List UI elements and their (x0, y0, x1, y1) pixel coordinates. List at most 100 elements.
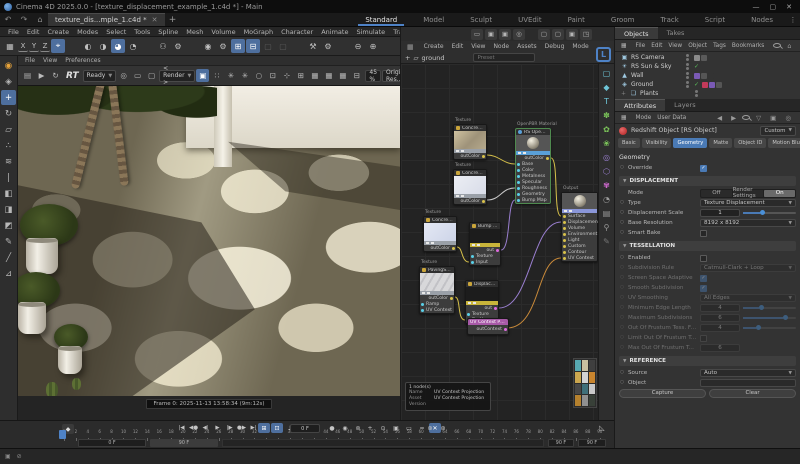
renderview-icon[interactable]: ⊞ (294, 69, 307, 82)
menu-item[interactable]: Simulate (352, 28, 389, 36)
material-swatch[interactable] (589, 384, 595, 395)
node-type-icon[interactable]: ✿ (600, 123, 613, 135)
current-frame-field[interactable]: 0 F (290, 424, 320, 433)
input-port-row[interactable]: Geometry (516, 191, 550, 197)
in-port[interactable] (517, 187, 520, 190)
renderview-icon[interactable]: ◎ (117, 69, 130, 82)
renderview-icon[interactable]: ▦ (336, 69, 349, 82)
layout-tab[interactable]: Nodes (738, 13, 786, 26)
object-row[interactable]: ＋ ❏ Plants ✓ (615, 89, 800, 98)
toolbar-icon[interactable]: ◔ (126, 39, 140, 53)
toolbar-icon[interactable]: ⚇ (156, 39, 170, 53)
out-port[interactable] (504, 328, 507, 331)
enabled-check-icon[interactable]: ✓ (694, 81, 699, 88)
timeline-toggle[interactable]: ⊡ (271, 423, 283, 433)
renderview-icon[interactable]: ✳ (238, 69, 251, 82)
fcurve-icon[interactable]: ◺ (596, 423, 608, 433)
transport-button[interactable]: ◀| (200, 423, 211, 433)
minimize-button[interactable]: — (753, 3, 760, 11)
input-port-row[interactable]: Input (470, 259, 500, 265)
attribute-tab-chip[interactable]: Motion Blur (768, 138, 800, 148)
in-port[interactable] (517, 175, 520, 178)
layout-tab[interactable]: Standard (352, 13, 410, 26)
render-status-dropdown[interactable]: Ready▼ (83, 70, 117, 82)
panel-icon[interactable]: ▢ (552, 29, 564, 40)
in-port[interactable] (517, 193, 520, 196)
in-port[interactable] (421, 303, 424, 306)
material-swatch[interactable] (582, 395, 588, 406)
toolbar-icon[interactable]: ◑ (96, 39, 110, 53)
bump-map-node[interactable]: Bump Map out TextureInput (469, 222, 501, 266)
in-port[interactable] (517, 163, 520, 166)
material-swatch[interactable] (575, 360, 581, 371)
menu-item[interactable]: Mesh (182, 28, 207, 36)
out-port[interactable] (452, 247, 455, 250)
tool-icon[interactable]: ≋ (1, 154, 16, 169)
panel-icon[interactable]: ▣ (566, 29, 578, 40)
object-row[interactable]: ＋ ☀ RS Sun & Sky ✓ (615, 62, 800, 71)
renderview-icon[interactable]: ▣ (196, 69, 209, 82)
material-swatch[interactable] (575, 384, 581, 395)
attribute-tab-chip[interactable]: Visibility (642, 138, 672, 148)
toolbar-icon[interactable]: ▢ (276, 39, 290, 53)
texture-node[interactable]: Texture ConcreteNN24_8K-PNG_... outColor (453, 169, 487, 205)
objects-menu-item[interactable]: Bookmarks (729, 43, 767, 49)
object-tag-icon[interactable] (701, 73, 707, 79)
object-tag-icon[interactable] (709, 82, 715, 88)
attributes-menu-item[interactable]: Mode (632, 115, 654, 121)
in-port[interactable] (563, 233, 566, 236)
mode-off-button[interactable]: Off (701, 190, 733, 197)
menu-item[interactable]: MoGraph (240, 28, 278, 36)
tool-icon[interactable]: ↻ (1, 106, 16, 121)
mode-on-button[interactable]: On (764, 190, 795, 197)
tool-icon[interactable]: ⊿ (1, 266, 16, 281)
render-camera-dropdown[interactable]: < Render >▼ (159, 70, 195, 82)
out-port[interactable] (496, 249, 499, 252)
texture-node[interactable]: Texture ConcreteNN24_8K-PNG_... outColor (453, 124, 487, 160)
capture-button[interactable]: Capture (619, 389, 706, 398)
in-port[interactable] (563, 227, 566, 230)
layout-tab[interactable]: UVEdit (505, 13, 554, 26)
visibility-dots[interactable] (695, 90, 698, 97)
attribute-tab-chip[interactable]: Matte (709, 138, 732, 148)
panel-tab[interactable]: Attributes (615, 99, 665, 111)
layout-overflow-icon[interactable]: ⋮ (786, 13, 800, 26)
out-port[interactable] (482, 155, 485, 158)
redo-icon[interactable]: ↷ (16, 13, 32, 26)
range-end-field-c[interactable]: 90 F (578, 439, 606, 447)
node-type-icon[interactable]: ▢ (600, 67, 613, 79)
node-type-icon[interactable]: ❀ (600, 137, 613, 149)
menu-item[interactable]: Edit (23, 28, 44, 36)
node-type-icon[interactable]: ▤ (600, 207, 613, 219)
tool-icon[interactable]: + (1, 90, 16, 105)
menu-item[interactable]: Create (43, 28, 73, 36)
texture-node[interactable]: Texture ConcreteNN24_8K-PNG_... outColor (423, 216, 457, 252)
panel-icon[interactable]: ◎ (513, 29, 525, 40)
node-editor-menu-item[interactable]: Node (489, 43, 513, 50)
preset-dropdown[interactable]: Custom▼ (760, 126, 796, 136)
object-row[interactable]: ＋ ▲ Wall ✓ (615, 71, 800, 80)
panel-tab[interactable]: Layers (665, 99, 705, 111)
objects-menu-item[interactable]: Object (685, 43, 710, 49)
visibility-dots[interactable] (686, 54, 689, 61)
renderview-icon[interactable]: ▤ (21, 69, 34, 82)
range-start-field[interactable]: 0 F (78, 439, 146, 447)
node-search-input[interactable] (473, 53, 535, 62)
panel-icon[interactable]: ▭ (471, 29, 483, 40)
tool-icon[interactable]: | (1, 170, 16, 185)
rendered-image[interactable] (18, 86, 400, 396)
node-type-icon[interactable]: ⬡ (600, 165, 613, 177)
keying-button[interactable]: ⊙ (377, 423, 389, 433)
material-swatch[interactable] (589, 395, 595, 406)
node-type-icon[interactable]: ✾ (600, 179, 613, 191)
material-swatch[interactable] (589, 372, 595, 383)
renderview-icon[interactable]: ∷ (210, 69, 223, 82)
type-dropdown[interactable]: Texture Displacement▼ (700, 199, 796, 207)
panel-icon[interactable]: ▣ (499, 29, 511, 40)
layout-tab[interactable]: Script (692, 13, 738, 26)
menu-item[interactable]: Modes (73, 28, 102, 36)
keying-button[interactable]: ▣ (390, 423, 402, 433)
node-type-icon[interactable]: ⚲ (600, 221, 613, 233)
range-scrollbar[interactable] (222, 439, 544, 447)
renderview-menu-item[interactable]: File (21, 57, 39, 64)
